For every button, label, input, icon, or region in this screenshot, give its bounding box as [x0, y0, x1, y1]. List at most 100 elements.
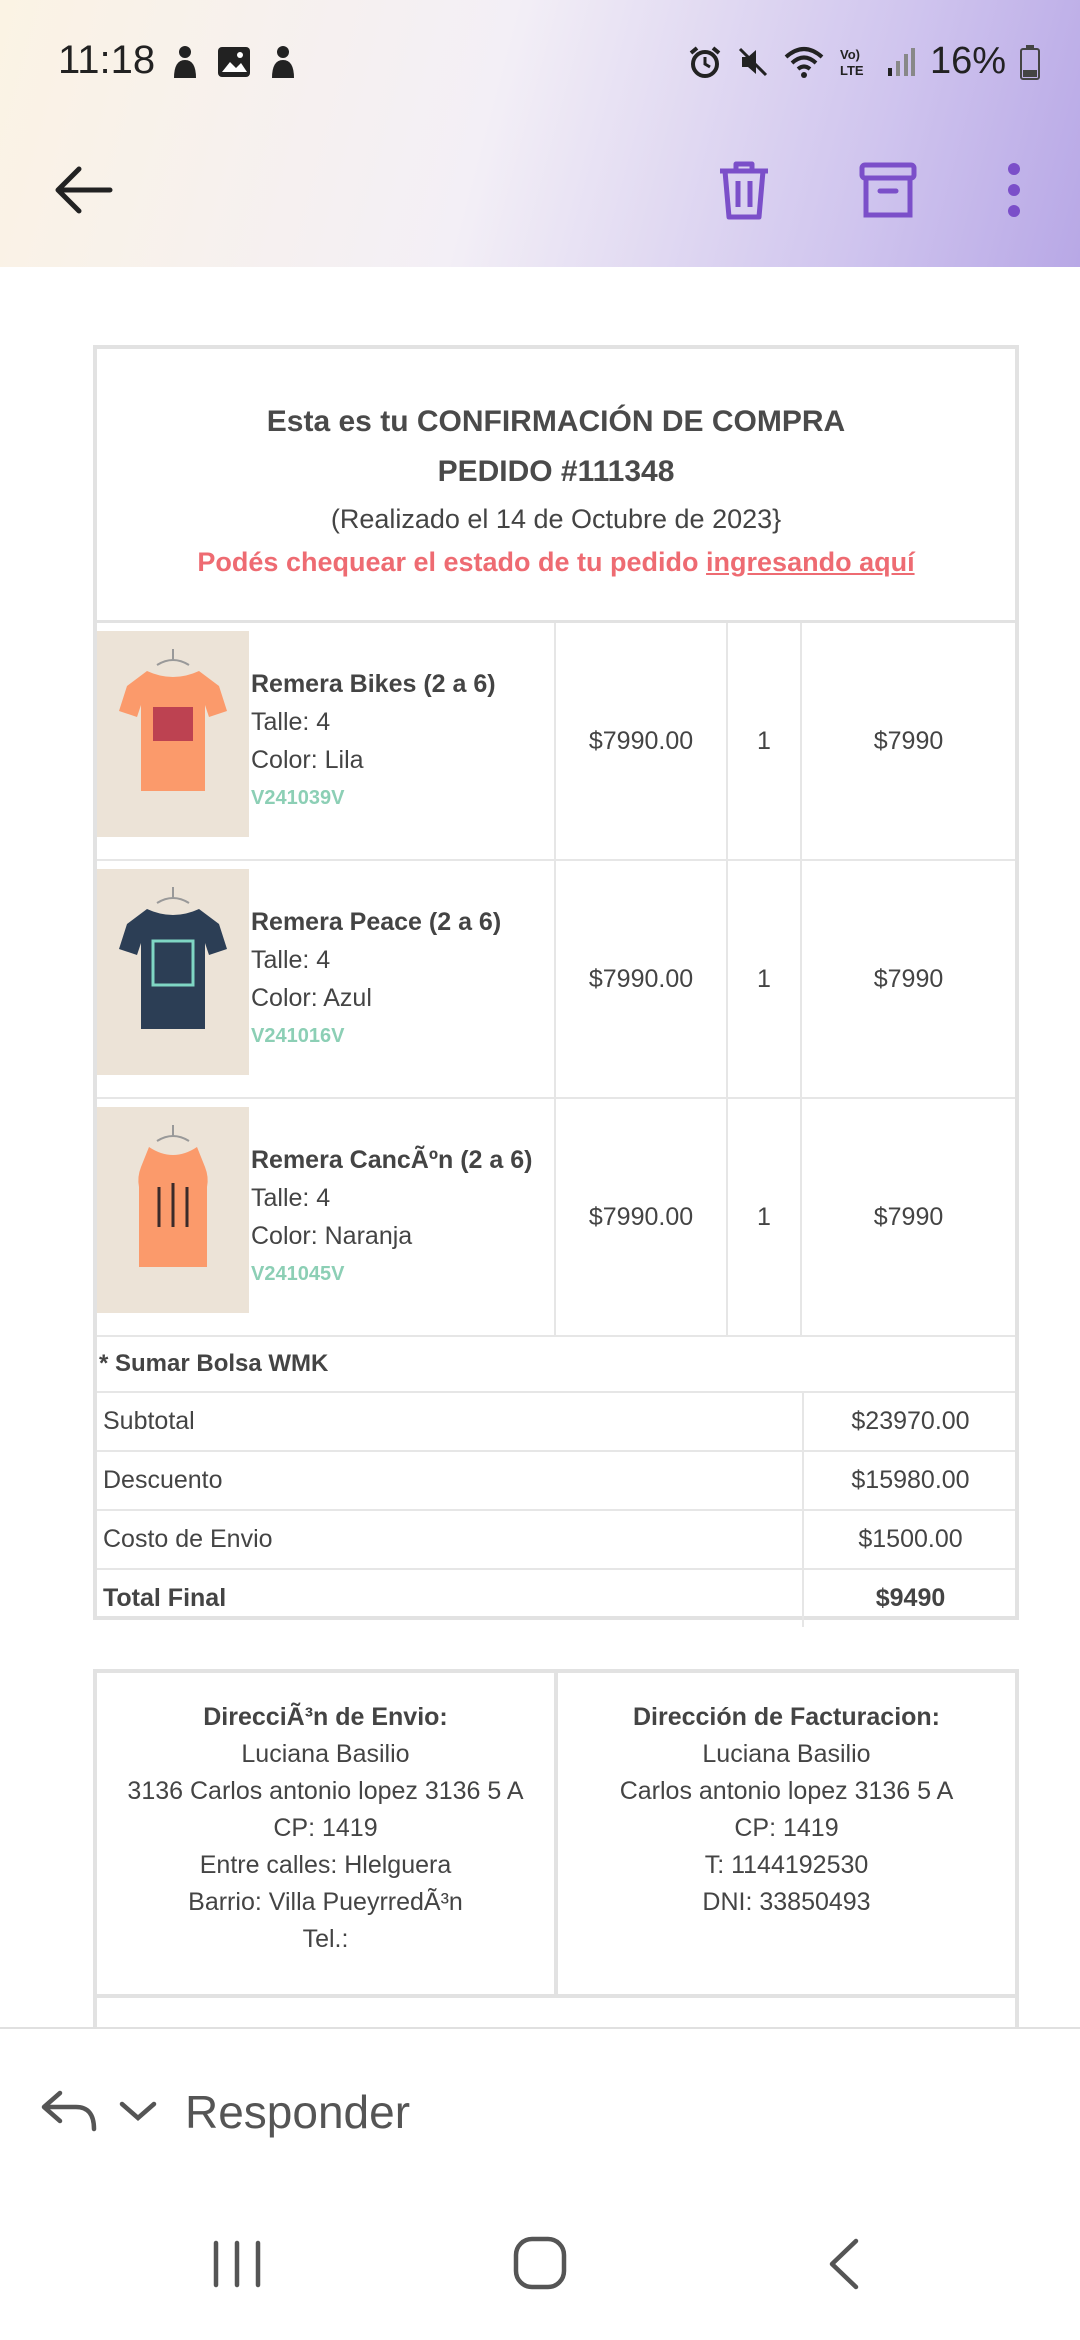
billing-address-title: Dirección de Facturacion:	[632, 1703, 941, 1731]
chevron-down-icon	[119, 2101, 157, 2121]
subtotal-row: Subtotal $23970.00	[97, 1391, 1015, 1450]
order-status-line: Podés chequear el estado de tu pedido in…	[97, 541, 1015, 583]
product-image[interactable]	[97, 869, 249, 1075]
quantity: 1	[757, 726, 771, 755]
product-info: Remera Peace (2 a 6) Talle: 4 Color: Azu…	[251, 903, 501, 1055]
system-icons: Vo) LTE 16%	[688, 40, 1040, 83]
order-item-row: Remera CancÃºn (2 a 6) Talle: 4 Color: N…	[97, 1099, 1015, 1337]
subtotal-label: Subtotal	[103, 1407, 195, 1435]
final-total-row: Total Final $9490	[97, 1568, 1015, 1627]
line-total: $7990	[873, 726, 944, 755]
shipping-barrio: Barrio: Villa PueyrredÃ³n	[188, 1888, 463, 1916]
more-options-button[interactable]	[974, 150, 1054, 230]
archive-button[interactable]	[848, 150, 928, 230]
line-total: $7990	[873, 1202, 944, 1231]
gallery-icon	[218, 47, 250, 77]
shipping-cp: CP: 1419	[273, 1814, 378, 1842]
line-total: $7990	[873, 964, 944, 993]
order-number: PEDIDO #111348	[437, 455, 675, 488]
shipping-tel: Tel.:	[302, 1925, 349, 1953]
battery-icon	[1020, 44, 1040, 80]
status-bar: 11:18 Vo) LTE 16%	[0, 0, 1080, 120]
product-code: V241039V	[251, 787, 345, 809]
product-info: Remera CancÃºn (2 a 6) Talle: 4 Color: N…	[251, 1141, 532, 1293]
product-image[interactable]	[97, 631, 249, 837]
shipping-cost-row: Costo de Envio $1500.00	[97, 1509, 1015, 1568]
billing-address: Dirección de Facturacion: Luciana Basili…	[558, 1673, 1015, 1994]
order-items: Remera Bikes (2 a 6) Talle: 4 Color: Lil…	[97, 623, 1015, 1337]
delete-button[interactable]	[704, 150, 784, 230]
confirmation-title: Esta es tu CONFIRMACIÓN DE COMPRA	[266, 405, 846, 438]
quantity: 1	[757, 964, 771, 993]
order-date: (Realizado el 14 de Octubre de 2023}	[330, 504, 782, 534]
recent-apps-icon	[213, 2240, 261, 2288]
product-size: Talle: 4	[251, 708, 331, 736]
shipping-street: 3136 Carlos antonio lopez 3136 5 A	[127, 1777, 524, 1805]
tshirt-image	[97, 631, 249, 837]
product-name[interactable]: Remera Bikes (2 a 6)	[251, 665, 496, 703]
billing-street: Carlos antonio lopez 3136 5 A	[619, 1777, 954, 1805]
product-info: Remera Bikes (2 a 6) Talle: 4 Color: Lil…	[251, 665, 496, 817]
archive-icon	[859, 162, 917, 218]
discount-row: Descuento $15980.00	[97, 1450, 1015, 1509]
shipping-between-streets: Entre calles: Hlelguera	[199, 1851, 452, 1879]
battery-percent: 16%	[929, 40, 1006, 82]
reply-bar: Responder	[0, 2027, 1080, 2199]
notification-app-icon	[272, 46, 294, 78]
product-code: V241045V	[251, 1263, 345, 1285]
subtotal-value: $23970.00	[802, 1393, 1017, 1450]
order-confirmation-card: Esta es tu CONFIRMACIÓN DE COMPRA PEDIDO…	[93, 345, 1019, 1627]
status-time: 11:18	[58, 38, 156, 82]
reply-button[interactable]: Responder	[185, 2085, 410, 2139]
shipping-address-title: DirecciÃ³n de Envio:	[203, 1703, 448, 1731]
shipping-cost-value: $1500.00	[802, 1511, 1017, 1568]
order-status-link[interactable]: ingresando aquí	[706, 547, 915, 577]
order-status-text: Podés chequear el estado de tu pedido	[197, 547, 707, 577]
discount-value: $15980.00	[802, 1452, 1017, 1509]
address-bottom-divider	[97, 1994, 1015, 1998]
volte-icon: Vo)LTE	[840, 47, 864, 78]
product-color: Color: Lila	[251, 746, 364, 774]
unit-price: $7990.00	[588, 1202, 694, 1231]
final-total-value: $9490	[802, 1570, 1017, 1627]
bag-note: * Sumar Bolsa WMK	[99, 1350, 329, 1377]
product-name[interactable]: Remera Peace (2 a 6)	[251, 903, 501, 941]
product-name[interactable]: Remera CancÃºn (2 a 6)	[251, 1141, 532, 1179]
recent-apps-button[interactable]	[210, 2239, 264, 2294]
trash-icon	[720, 161, 768, 220]
chevron-left-icon	[829, 2238, 859, 2290]
product-color: Color: Naranja	[251, 1222, 413, 1250]
system-navigation-bar	[0, 2197, 1080, 2340]
back-button[interactable]	[44, 150, 124, 230]
wifi-icon	[784, 46, 824, 78]
product-size: Talle: 4	[251, 946, 331, 974]
shipping-name: Luciana Basilio	[241, 1740, 410, 1768]
signal-icon	[887, 47, 915, 76]
home-button[interactable]	[512, 2235, 568, 2296]
alarm-icon	[689, 45, 721, 78]
product-image[interactable]	[97, 1107, 249, 1313]
order-header: Esta es tu CONFIRMACIÓN DE COMPRA PEDIDO…	[97, 349, 1015, 623]
notification-icons	[170, 44, 298, 80]
home-icon	[513, 2236, 567, 2290]
mute-icon	[738, 47, 767, 76]
order-item-row: Remera Peace (2 a 6) Talle: 4 Color: Azu…	[97, 861, 1015, 1099]
shipping-cost-label: Costo de Envio	[103, 1525, 273, 1553]
discount-label: Descuento	[103, 1466, 223, 1494]
back-arrow-icon	[55, 166, 113, 214]
email-body[interactable]: Esta es tu CONFIRMACIÓN DE COMPRA PEDIDO…	[0, 267, 1080, 2027]
app-bar	[0, 130, 1080, 240]
billing-cp: CP: 1419	[734, 1814, 839, 1842]
final-total-label: Total Final	[103, 1584, 227, 1612]
product-size: Talle: 4	[251, 1184, 331, 1212]
tshirt-image	[97, 869, 249, 1075]
svg-text:Vo): Vo)	[840, 47, 860, 62]
order-item-row: Remera Bikes (2 a 6) Talle: 4 Color: Lil…	[97, 623, 1015, 861]
unit-price: $7990.00	[588, 726, 694, 755]
product-code: V241016V	[251, 1025, 345, 1047]
unit-price: $7990.00	[588, 964, 694, 993]
billing-phone: T: 1144192530	[704, 1851, 869, 1879]
system-back-button[interactable]	[826, 2237, 862, 2296]
product-color: Color: Azul	[251, 984, 372, 1012]
reply-options[interactable]	[40, 2087, 158, 2135]
